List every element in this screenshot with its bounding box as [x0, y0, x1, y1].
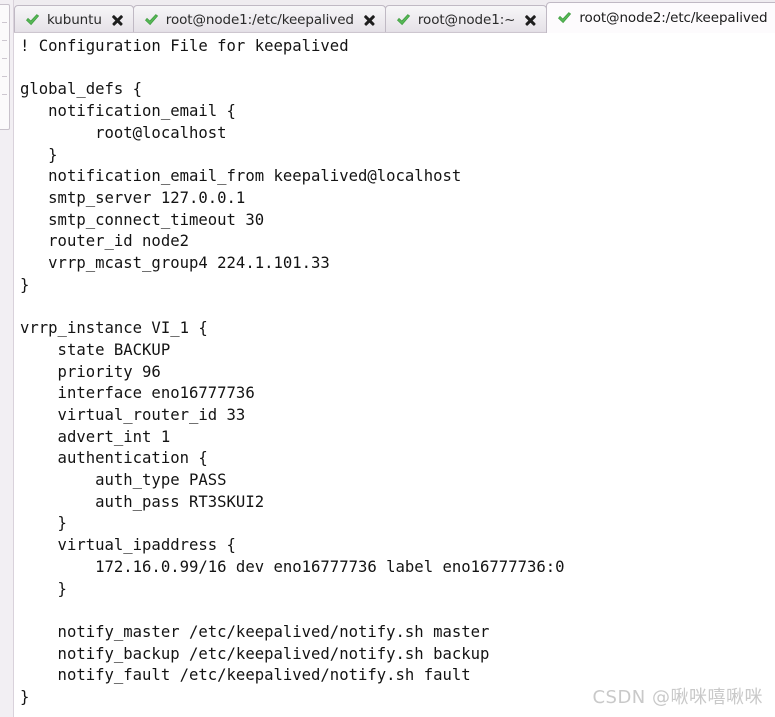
check-icon: [396, 13, 411, 27]
tab-label: kubuntu: [47, 11, 102, 28]
tab-bar: kubuntu root@node1:/etc/keepalived root@…: [14, 0, 775, 33]
tab-root-node2-etc-keepalived[interactable]: root@node2:/etc/keepalived: [546, 2, 775, 33]
left-edge-tick: [2, 58, 7, 59]
close-icon[interactable]: [110, 13, 124, 27]
left-edge-panel: [0, 0, 14, 717]
left-edge-tick: [2, 40, 7, 41]
tab-root-node1-home[interactable]: root@node1:~: [384, 5, 548, 33]
close-icon[interactable]: [523, 13, 537, 27]
check-icon: [557, 11, 572, 25]
tab-label: root@node2:/etc/keepalived: [579, 10, 768, 26]
check-icon: [25, 13, 40, 27]
watermark: CSDN @啾咪嘻啾咪: [592, 687, 763, 708]
left-edge-divider: [13, 0, 14, 717]
terminal-window: kubuntu root@node1:/etc/keepalived root@…: [0, 0, 775, 717]
check-icon: [144, 13, 159, 27]
tab-root-node1-etc-keepalived[interactable]: root@node1:/etc/keepalived: [132, 5, 386, 33]
terminal-output-area[interactable]: ! Configuration File for keepalived glob…: [14, 33, 775, 717]
left-edge-tick: [2, 22, 7, 23]
tab-label: root@node1:/etc/keepalived: [165, 11, 354, 28]
left-edge-tick: [2, 76, 7, 77]
tab-kubuntu[interactable]: kubuntu: [14, 5, 134, 33]
left-edge-tick: [2, 94, 7, 95]
tab-label: root@node1:~: [417, 11, 516, 28]
terminal-text: ! Configuration File for keepalived glob…: [20, 37, 565, 707]
close-icon[interactable]: [362, 13, 376, 27]
